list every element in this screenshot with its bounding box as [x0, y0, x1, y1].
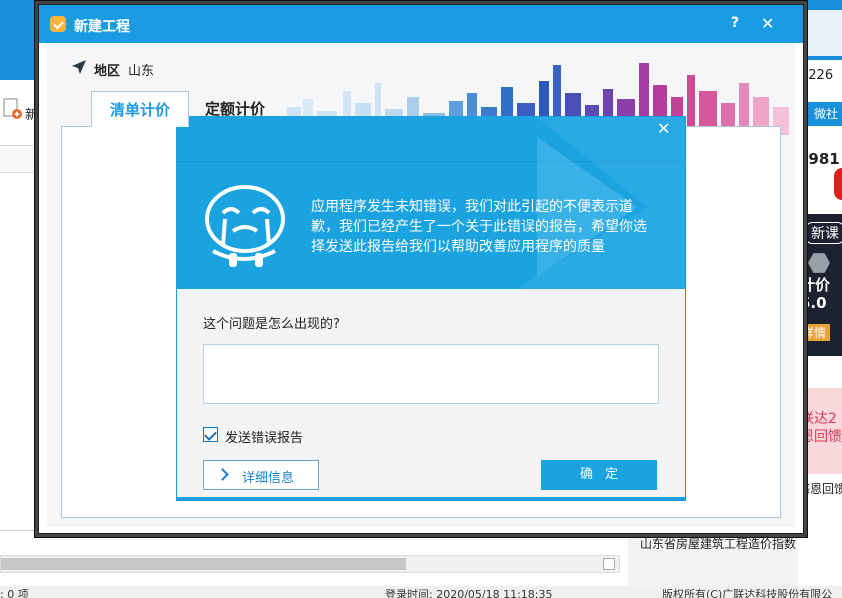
status-login-time: 登录时间: 2020/05/18 11:18:35: [385, 588, 553, 598]
error-report-dialog: ✕ 应用程序发生未知错误，我们对此引起的不便表示道歉，我们已经产生了一个关于此错…: [176, 116, 686, 501]
error-dialog-close-button[interactable]: ✕: [657, 119, 670, 138]
window-close-button[interactable]: ✕: [761, 14, 774, 33]
send-report-checkbox[interactable]: [203, 427, 218, 442]
tab-bill-pricing[interactable]: 清单计价: [91, 91, 189, 127]
background-list-row: [0, 145, 40, 173]
right-panel-header: [798, 0, 842, 60]
background-right-panel: 4226 微社 5981 新课 计价 5.0 详情 联达2 恩回馈 感恩回馈: [798, 0, 842, 586]
promo-pink-caption[interactable]: 感恩回馈: [798, 480, 842, 497]
promo-new-tag: 新课: [806, 222, 842, 244]
window-titlebar[interactable]: 新建工程 ? ✕: [39, 5, 803, 43]
horizontal-scrollbar[interactable]: [0, 555, 620, 573]
region-value[interactable]: 山东: [128, 60, 154, 79]
ok-button[interactable]: 确定: [541, 460, 657, 490]
details-button[interactable]: 详细信息: [203, 460, 319, 490]
scrollbar-end-button[interactable]: [603, 558, 615, 570]
right-panel-phone: 5981: [798, 150, 840, 168]
background-app-header: [0, 0, 40, 80]
status-copyright: 版权所有(C)广联达科技股份有限公: [662, 588, 833, 598]
scrollbar-thumb[interactable]: [1, 558, 406, 570]
details-button-label: 详细信息: [242, 471, 295, 486]
crying-face-icon: [205, 185, 285, 267]
error-dialog-header: ✕ 应用程序发生未知错误，我们对此引起的不便表示道歉，我们已经产生了一个关于此错…: [177, 117, 685, 289]
toolbar-new-label[interactable]: 新: [25, 104, 38, 123]
window-title: 新建工程: [74, 19, 130, 35]
status-item-count: : 0 项: [0, 588, 29, 598]
promo-dark-text: 计价 5.0: [800, 276, 831, 312]
right-panel-header-inner: [806, 10, 842, 56]
wechat-button[interactable]: 微社: [802, 102, 842, 126]
right-panel-red-badge: [834, 168, 842, 200]
promo-pink-text: 联达2 恩回馈: [800, 411, 842, 445]
help-button[interactable]: ?: [731, 15, 739, 31]
app-logo-icon: [50, 16, 66, 32]
chevron-right-icon: [216, 468, 229, 481]
new-document-icon[interactable]: [2, 98, 24, 120]
send-report-label[interactable]: 发送错误报告: [225, 427, 303, 446]
error-description-input[interactable]: [203, 344, 659, 404]
region-label: 地区: [94, 64, 121, 79]
error-question-label: 这个问题是怎么出现的?: [203, 317, 340, 332]
right-panel-number: 4226: [800, 68, 834, 83]
location-arrow-icon: [72, 60, 86, 74]
dialog-bottom-accent: [177, 497, 685, 500]
error-message: 应用程序发生未知错误，我们对此引起的不便表示道歉，我们已经产生了一个关于此错误的…: [311, 199, 647, 255]
status-bar: : 0 项 登录时间: 2020/05/18 11:18:35 版权所有(C)广…: [0, 586, 842, 598]
